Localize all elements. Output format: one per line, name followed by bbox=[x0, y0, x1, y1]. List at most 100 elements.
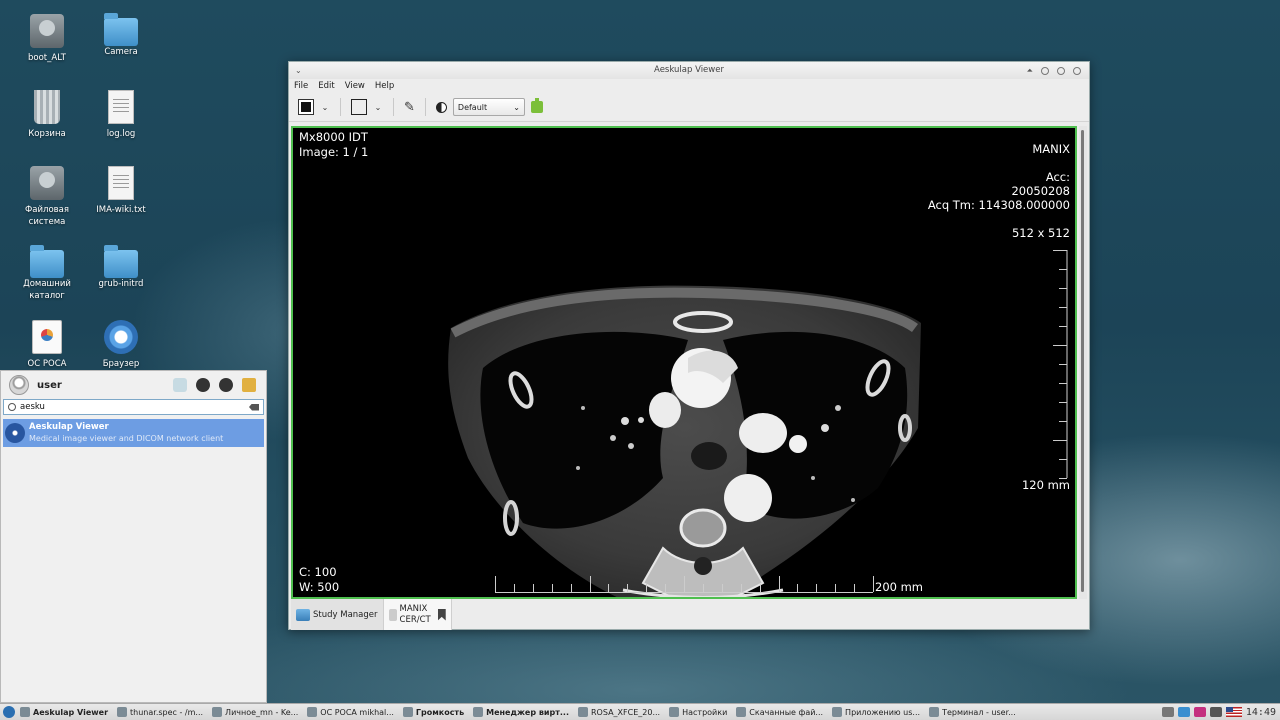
result-description: Medical image viewer and DICOM network c… bbox=[29, 434, 224, 443]
taskbar-item[interactable]: Приложению us... bbox=[829, 704, 926, 720]
folder-icon bbox=[104, 13, 138, 46]
toolbar-separator bbox=[424, 98, 426, 116]
chevron-down-icon[interactable]: ⌄ bbox=[320, 103, 330, 112]
home-folder-icon bbox=[30, 245, 64, 278]
avatar[interactable] bbox=[9, 375, 29, 395]
scrollbar-thumb[interactable] bbox=[1081, 130, 1084, 592]
desktop-icon-boot-alt[interactable]: boot_ALT bbox=[10, 14, 84, 64]
taskbar-item[interactable]: Скачанные фай... bbox=[733, 704, 829, 720]
horizontal-scale bbox=[495, 569, 874, 593]
app-icon bbox=[117, 707, 128, 717]
layout-frame-icon[interactable] bbox=[351, 99, 367, 115]
app-icon bbox=[307, 707, 318, 717]
desktop-icon-label: grub-initrd bbox=[98, 279, 144, 289]
logout-icon[interactable] bbox=[242, 378, 256, 392]
series-icon bbox=[388, 608, 397, 621]
minimize-button[interactable] bbox=[1041, 66, 1049, 75]
tab-label-line1: MANIX bbox=[399, 603, 428, 614]
taskbar-item[interactable]: Aeskulap Viewer bbox=[17, 704, 114, 720]
settings-icon[interactable] bbox=[173, 378, 187, 392]
taskbar-item[interactable]: Настройки bbox=[666, 704, 733, 720]
taskbar-item[interactable]: Громкость bbox=[400, 704, 470, 720]
maximize-button[interactable] bbox=[1057, 66, 1065, 75]
taskbar-item[interactable]: Терминал - user... bbox=[926, 704, 1022, 720]
start-menu-icon[interactable] bbox=[3, 706, 15, 718]
horizontal-scale-label: 200 mm bbox=[875, 580, 924, 594]
windowing-contrast-icon[interactable] bbox=[435, 101, 447, 113]
tab-study-manager[interactable]: Study Manager bbox=[291, 599, 384, 630]
acquisition-time: Acq Tm: 114308.000000 bbox=[927, 198, 1070, 212]
taskbar-item[interactable]: Личное_mn - Ke... bbox=[209, 704, 304, 720]
chevron-down-icon[interactable]: ⌄ bbox=[373, 103, 383, 112]
desktop-icon-log[interactable]: log.log bbox=[84, 90, 158, 140]
taskbar-item-label: Терминал - user... bbox=[942, 707, 1016, 717]
folder-icon bbox=[104, 245, 138, 278]
clipboard-icon[interactable] bbox=[1161, 707, 1174, 717]
search-icon bbox=[8, 403, 16, 411]
scale-tick bbox=[495, 576, 496, 592]
clock[interactable]: 14:49 bbox=[1246, 707, 1276, 718]
lock-icon[interactable] bbox=[196, 378, 210, 392]
scale-tick bbox=[1059, 383, 1067, 384]
plugin-icon[interactable] bbox=[530, 98, 543, 113]
window-menu-icon[interactable]: ⌄ bbox=[295, 62, 302, 79]
taskbar-item[interactable]: ROSA_XFCE_20... bbox=[575, 704, 666, 720]
launcher-header: user bbox=[1, 371, 266, 399]
desktop-icon-home[interactable]: Домашний каталог bbox=[10, 245, 84, 302]
measure-pen-icon[interactable]: ✎ bbox=[404, 100, 415, 115]
taskbar-item-label: Громкость bbox=[415, 707, 465, 717]
menu-edit[interactable]: Edit bbox=[318, 81, 334, 91]
desktop-icon-trash[interactable]: Корзина bbox=[10, 90, 84, 140]
taskbar-item[interactable]: thunar.spec - /m... bbox=[114, 704, 209, 720]
desktop-icon-camera[interactable]: Camera bbox=[84, 13, 158, 58]
tab-label: Study Manager bbox=[313, 609, 378, 620]
menubar: File Edit View Help bbox=[289, 79, 1089, 93]
scale-tick bbox=[816, 584, 818, 592]
desktop-icon-label: ОС РОСА bbox=[27, 359, 67, 369]
clear-icon[interactable] bbox=[249, 403, 259, 411]
update-icon[interactable] bbox=[1193, 707, 1206, 717]
taskbar-item[interactable]: Менеджер вирт... bbox=[470, 704, 575, 720]
network-icon[interactable] bbox=[1177, 707, 1190, 717]
viewport-scrollbar[interactable] bbox=[1079, 126, 1087, 599]
desktop-icon-grub-initrd[interactable]: grub-initrd bbox=[84, 245, 158, 290]
taskbar-items: Aeskulap Viewer thunar.spec - /m... Личное… bbox=[17, 704, 1022, 720]
taskbar: Aeskulap Viewer thunar.spec - /m... Личное… bbox=[0, 703, 1280, 720]
app-icon bbox=[473, 707, 484, 717]
search-result-item[interactable]: Aeskulap Viewer Medical image viewer and… bbox=[3, 419, 264, 447]
desktop-icon-os-rosa[interactable]: ОС РОСА bbox=[10, 320, 84, 370]
close-tab-icon[interactable] bbox=[437, 608, 446, 621]
desktop-icon-label: Файловая система bbox=[24, 205, 69, 227]
window-preset-select[interactable]: Default ⌄ bbox=[452, 98, 525, 116]
tab-manix-study[interactable]: MANIX CER/CT bbox=[383, 599, 452, 630]
taskbar-item[interactable]: ОС РОСА mikhal... bbox=[304, 704, 400, 720]
dicom-viewport[interactable]: Mx8000 IDT Image: 1 / 1 MANIX Acc: 20050… bbox=[291, 126, 1077, 599]
taskbar-item-label: Aeskulap Viewer bbox=[33, 707, 109, 717]
shade-icon[interactable]: ⏶ bbox=[1027, 62, 1033, 79]
desktop-icon-filesystem[interactable]: Файловая система bbox=[10, 166, 84, 228]
desktop-icon-label: Корзина bbox=[28, 129, 66, 139]
search-input[interactable]: aesku bbox=[3, 399, 264, 415]
menu-file[interactable]: File bbox=[294, 81, 308, 91]
taskbar-item-label: Скачанные фай... bbox=[749, 707, 824, 717]
taskbar-item-label: thunar.spec - /m... bbox=[130, 707, 204, 717]
close-button[interactable] bbox=[1073, 66, 1081, 75]
scale-tick bbox=[835, 584, 837, 592]
scale-tick bbox=[1059, 364, 1067, 365]
layout-single-icon[interactable] bbox=[298, 99, 314, 115]
vertical-scale-label: 120 mm bbox=[1021, 478, 1070, 492]
app-icon bbox=[736, 707, 747, 717]
desktop-icon-browser[interactable]: Браузер bbox=[84, 320, 158, 370]
scale-tick bbox=[797, 584, 799, 592]
switch-user-icon[interactable] bbox=[219, 378, 233, 392]
menu-view[interactable]: View bbox=[345, 81, 365, 91]
menu-help[interactable]: Help bbox=[375, 81, 394, 91]
scale-tick bbox=[551, 584, 553, 592]
volume-icon[interactable] bbox=[1209, 707, 1222, 717]
scale-tick bbox=[1059, 269, 1067, 270]
keyboard-layout-flag-icon[interactable] bbox=[1225, 707, 1242, 717]
window-titlebar[interactable]: ⌄ Aeskulap Viewer ⏶ bbox=[289, 62, 1089, 79]
scale-tick bbox=[570, 584, 572, 592]
desktop-icon-ima-wiki[interactable]: IMA-wiki.txt bbox=[84, 166, 158, 216]
scale-tick bbox=[589, 576, 591, 592]
